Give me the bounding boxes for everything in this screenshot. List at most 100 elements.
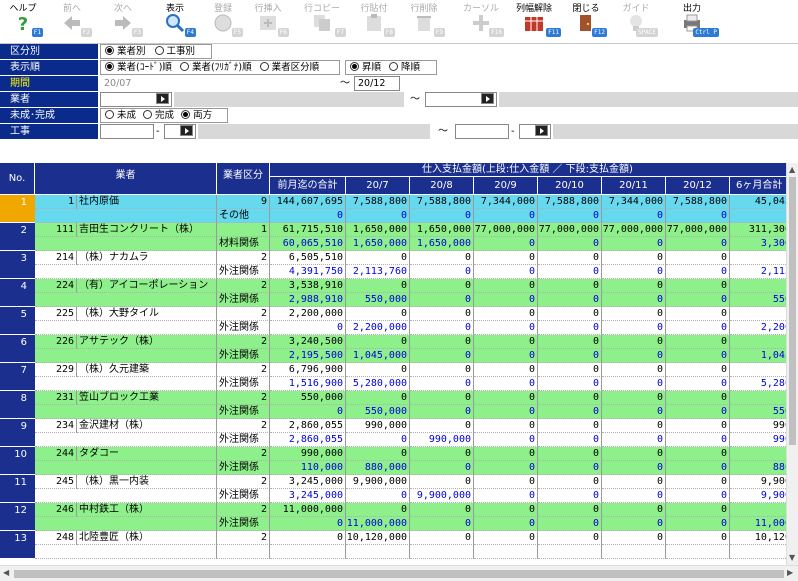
vertical-scroll-thumb[interactable]	[789, 177, 796, 445]
toolbar-button-cursor[interactable]: カーソル F10	[458, 0, 504, 44]
row-number[interactable]: 3	[0, 251, 35, 279]
toolbar-button-row-paste[interactable]: 行貼付 F8	[353, 0, 395, 44]
period-from-input[interactable]: 20/07	[100, 76, 160, 91]
payment-amount-cell	[270, 545, 346, 559]
purchase-amount-cell: 0	[666, 503, 730, 517]
vendor-name-cell: （有）アイコーポレーション	[77, 279, 217, 293]
toolbar-button-register[interactable]: 登録 F5	[203, 0, 243, 44]
row-number[interactable]: 2	[0, 223, 35, 251]
vertical-scrollbar[interactable]: ▲ ▼	[786, 163, 798, 565]
toolbar-button-arrow-right[interactable]: 次へ F3	[103, 0, 143, 44]
status-option-both[interactable]: 両方	[181, 110, 212, 121]
table-row[interactable]: 9 234 金沢建材（株） 2 外注関係 2,860,055 2,860,055 990,00…	[0, 419, 786, 447]
table-row[interactable]: 7 229 （株）久元建築 2 外注関係 6,796,900 1,516,900 0 5,280…	[0, 363, 786, 391]
status-radio-group: 未成 完成 両方	[100, 108, 228, 123]
toolbar-button-row-insert[interactable]: 行挿入 F6	[247, 0, 289, 44]
payment-amount-cell: 0	[730, 209, 786, 223]
header-month-3[interactable]: 20/9	[474, 177, 538, 195]
period-to-input[interactable]: 20/12	[354, 76, 400, 91]
purchase-amount-cell: 7,588,800	[410, 195, 474, 209]
table-row[interactable]: 5 225 （株）大野タイル 2 外注関係 2,200,000 0 0 2,200,000 0 0 0…	[0, 307, 786, 335]
payment-amount-cell: 0	[602, 321, 666, 335]
toolbar-button-arrow-left[interactable]: 前へ F2	[52, 0, 92, 44]
header-month-4[interactable]: 20/10	[538, 177, 602, 195]
table-row[interactable]: 3 214 （株）ナカムラ 2 外注関係 6,505,510 4,391,750 0 2,113…	[0, 251, 786, 279]
scroll-down-icon[interactable]: ▼	[789, 553, 795, 562]
kubun-option-project[interactable]: 工事別	[154, 46, 195, 57]
header-month-6[interactable]: 20/12	[666, 177, 730, 195]
header-category[interactable]: 業者区分	[217, 163, 270, 195]
row-number[interactable]: 8	[0, 391, 35, 419]
order-desc-radio[interactable]: 降順	[389, 62, 420, 73]
scroll-up-icon[interactable]: ▲	[789, 165, 795, 174]
table-row[interactable]: 11 245 （株）黒一内装 2 外注関係 3,245,000 3,245,000 9,900…	[0, 475, 786, 503]
table-row[interactable]: 12 246 中村鉄工（株） 2 外注関係 11,000,000 0 0 11,000,000 0…	[0, 503, 786, 531]
horizontal-scrollbar[interactable]: ◀ ▶	[0, 565, 798, 581]
payment-amount-cell: 0	[602, 517, 666, 531]
status-option-finished[interactable]: 完成	[143, 110, 174, 121]
header-vendor[interactable]: 業者	[35, 163, 217, 195]
toolbar-button-row-delete[interactable]: 行削除 F9	[403, 0, 445, 44]
scroll-right-icon[interactable]: ▶	[787, 568, 793, 577]
header-month-2[interactable]: 20/8	[410, 177, 474, 195]
row-number[interactable]: 12	[0, 503, 35, 531]
table-row[interactable]: 13248北陸豊匠（株）2010,120,0000000010,120,	[0, 531, 786, 559]
purchase-amount-cell	[730, 391, 786, 405]
row-number[interactable]: 4	[0, 279, 35, 307]
vendor-blank-cell	[35, 489, 217, 503]
header-prev-total[interactable]: 前月迄の合計	[270, 177, 346, 195]
vendor-code-cell: 1	[35, 195, 77, 209]
table-row[interactable]: 2 111 吉田生コンクリート（株） 1 材料関係 61,715,510 60,065,51…	[0, 223, 786, 251]
row-number[interactable]: 1	[0, 195, 35, 223]
function-key-badge: F10	[489, 28, 504, 37]
payment-amount-cell: 0	[538, 461, 602, 475]
toolbar-button-row-copy[interactable]: 行コピー F7	[298, 0, 346, 44]
header-month-1[interactable]: 20/7	[346, 177, 410, 195]
vendor-to-dropdown-icon[interactable]	[481, 93, 494, 104]
toolbar-button-guide-bulb[interactable]: ガイド SPACE	[614, 0, 658, 44]
purchase-amount-cell: 0	[666, 307, 730, 321]
search-icon	[165, 13, 185, 33]
order-option-kana[interactable]: 業者(ﾌﾘｶﾞﾅ)順	[179, 62, 252, 73]
table-row[interactable]: 8 231 笠山ブロック工業 2 外注関係 550,000 0 0 550,000 0 0 0 0 0 0 0…	[0, 391, 786, 419]
kubun-option-vendor[interactable]: 業者別	[105, 46, 146, 57]
toolbar-button-print[interactable]: 出力 Ctrl P	[665, 0, 719, 44]
arrow-left-icon	[62, 13, 82, 33]
header-amount-group: 仕入支払金額(上段:仕入金額 ／ 下段:支払金額)	[270, 163, 786, 177]
horizontal-scroll-thumb[interactable]	[14, 570, 784, 578]
project-from-input[interactable]	[100, 124, 154, 139]
vendor-to-name	[499, 92, 798, 107]
payment-amount-cell: 2,200,	[730, 321, 786, 335]
toolbar-button-column-width-reset[interactable]: 列幅解除 F11	[507, 0, 561, 44]
order-option-category[interactable]: 業者区分順	[259, 62, 319, 73]
header-month-5[interactable]: 20/11	[602, 177, 666, 195]
table-row[interactable]: 6 226 アサテック（株） 2 外注関係 3,240,500 2,195,500 0 1,04…	[0, 335, 786, 363]
table-row[interactable]: 10 244 タダコー 2 外注関係 990,000 110,000 0 880,000 0 0 0 0…	[0, 447, 786, 475]
payment-amount-cell	[730, 545, 786, 559]
order-option-code[interactable]: 業者(ｺｰﾄﾞ)順	[105, 62, 172, 73]
toolbar-button-close-door[interactable]: 閉じる F12	[565, 0, 607, 44]
status-option-unfinished[interactable]: 未成	[105, 110, 136, 121]
header-total[interactable]: 6ヶ月合計	[730, 177, 786, 195]
toolbar-button-search[interactable]: 表示 F4	[154, 0, 196, 44]
scroll-left-icon[interactable]: ◀	[3, 568, 9, 577]
project-to-input[interactable]	[455, 124, 509, 139]
project-from-dropdown-icon[interactable]	[180, 125, 193, 136]
row-number[interactable]: 5	[0, 307, 35, 335]
row-number[interactable]: 11	[0, 475, 35, 503]
table-row[interactable]: 4 224 （有）アイコーポレーション 2 外注関係 3,538,910 2,988,910…	[0, 279, 786, 307]
payment-amount-cell: 0	[602, 377, 666, 391]
row-number[interactable]: 13	[0, 531, 35, 559]
vendor-code-cell: 234	[35, 419, 77, 433]
table-row[interactable]: 1 1 社内原価 9 その他 144,607,695 0 7,588,800 0 7,588,80…	[0, 195, 786, 223]
header-no[interactable]: No.	[0, 163, 35, 195]
row-number[interactable]: 9	[0, 419, 35, 447]
row-number[interactable]: 10	[0, 447, 35, 475]
category-code-cell: 2	[217, 419, 270, 433]
row-number[interactable]: 6	[0, 335, 35, 363]
vendor-from-dropdown-icon[interactable]	[156, 93, 169, 104]
project-to-dropdown-icon[interactable]	[535, 125, 548, 136]
order-asc-radio[interactable]: 昇順	[350, 62, 381, 73]
toolbar-button-help[interactable]: ヘルプ? F1	[3, 0, 43, 44]
row-number[interactable]: 7	[0, 363, 35, 391]
